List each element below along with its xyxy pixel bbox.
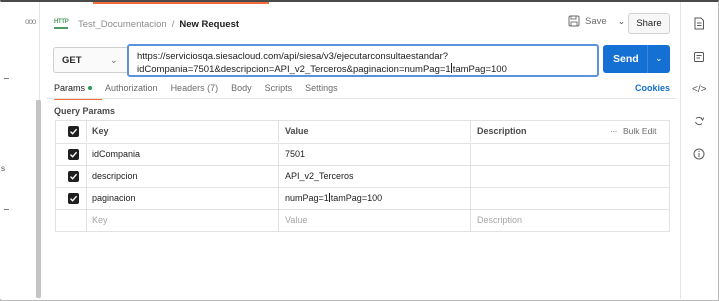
- tab-authorization[interactable]: Authorization: [105, 83, 158, 93]
- param-checkbox[interactable]: [68, 171, 79, 182]
- row-check-cell: [56, 166, 86, 187]
- table-row: idCompania 7501: [56, 143, 669, 165]
- send-button[interactable]: Send ⌄: [603, 45, 670, 73]
- param-description[interactable]: [470, 166, 671, 187]
- new-param-value-input[interactable]: Value: [278, 210, 470, 231]
- row-check-cell: [56, 210, 86, 231]
- chevron-down-icon: ⌄: [110, 55, 118, 65]
- url-line-1: https://serviciosqa.siesacloud.com/api/s…: [137, 51, 449, 62]
- method-select[interactable]: GET ⌄: [53, 47, 127, 73]
- param-description[interactable]: [470, 144, 671, 165]
- tab-params[interactable]: Params: [54, 83, 103, 100]
- request-tabs: Params Authorization Headers (7) Body Sc…: [54, 83, 351, 100]
- breadcrumb: HTTP Test_Documentacion / New Request: [54, 14, 239, 34]
- param-value[interactable]: numPag=1 tamPag=100: [278, 188, 470, 209]
- strip-tick: [4, 78, 9, 79]
- row-check-cell: [56, 188, 86, 209]
- refresh-icon[interactable]: [692, 115, 706, 129]
- more-options-icon[interactable]: ooo: [25, 17, 36, 26]
- table-header-row: Key Value Description ··· Bulk Edit: [56, 121, 669, 143]
- method-label: GET: [62, 55, 82, 66]
- info-icon[interactable]: [692, 148, 706, 162]
- select-all-checkbox[interactable]: [68, 126, 79, 137]
- tab-body[interactable]: Body: [231, 83, 252, 93]
- param-checkbox[interactable]: [68, 149, 79, 160]
- scrollbar-thumb[interactable]: [36, 100, 41, 298]
- cookies-link[interactable]: Cookies: [635, 83, 670, 93]
- send-divider: [647, 45, 648, 73]
- url-input[interactable]: https://serviciosqa.siesacloud.com/api/s…: [127, 44, 599, 77]
- param-key[interactable]: descripcion: [86, 166, 278, 187]
- save-button[interactable]: Save ⌄: [568, 15, 625, 27]
- share-button[interactable]: Share: [628, 13, 670, 34]
- strip-letter: s: [1, 164, 5, 173]
- send-label: Send: [613, 53, 639, 65]
- new-param-description-input[interactable]: Description: [470, 210, 671, 231]
- tabs-divider: [46, 98, 676, 99]
- chevron-down-icon[interactable]: ⌄: [655, 53, 663, 64]
- table-row: descripcion API_v2_Terceros: [56, 165, 669, 187]
- column-header-value: Value: [278, 121, 470, 142]
- params-active-dot: [88, 86, 93, 90]
- table-row: paginacion numPag=1 tamPag=100: [56, 187, 669, 209]
- more-icon[interactable]: ···: [610, 126, 618, 136]
- row-check-cell: [56, 144, 86, 165]
- right-sidebar: </>: [680, 2, 718, 299]
- code-icon[interactable]: </>: [692, 83, 706, 97]
- query-params-table: Key Value Description ··· Bulk Edit idCom…: [55, 120, 670, 232]
- chevron-down-icon[interactable]: ⌄: [618, 16, 626, 27]
- column-header-key: Key: [86, 121, 278, 142]
- param-key[interactable]: paginacion: [86, 188, 278, 209]
- http-request-icon: HTTP: [54, 19, 69, 30]
- new-param-key-input[interactable]: Key: [86, 210, 278, 231]
- save-icon: [568, 15, 580, 27]
- document-icon[interactable]: [692, 17, 706, 31]
- param-key[interactable]: idCompania: [86, 144, 278, 165]
- tab-settings[interactable]: Settings: [305, 83, 338, 93]
- left-panel-strip: ooo s: [0, 2, 40, 299]
- breadcrumb-collection[interactable]: Test_Documentacion: [78, 19, 167, 30]
- url-line-2: idCompania=7501&descripcion=API_v2_Terce…: [137, 63, 507, 75]
- param-value[interactable]: API_v2_Terceros: [278, 166, 470, 187]
- comment-icon[interactable]: [692, 51, 706, 65]
- request-title[interactable]: New Request: [179, 19, 239, 30]
- section-title: Query Params: [54, 106, 116, 116]
- tab-headers[interactable]: Headers (7): [171, 83, 219, 93]
- breadcrumb-separator: /: [171, 18, 175, 30]
- bulk-edit-button[interactable]: ··· Bulk Edit: [610, 121, 657, 142]
- param-value[interactable]: 7501: [278, 144, 470, 165]
- tab-scripts[interactable]: Scripts: [265, 83, 293, 93]
- param-checkbox[interactable]: [68, 193, 79, 204]
- param-description[interactable]: [470, 188, 671, 209]
- strip-tick: [4, 209, 9, 210]
- save-label: Save: [585, 15, 607, 27]
- active-tab-indicator: [93, 2, 269, 4]
- table-row-empty: Key Value Description: [56, 209, 669, 231]
- header-check-cell: [56, 121, 86, 142]
